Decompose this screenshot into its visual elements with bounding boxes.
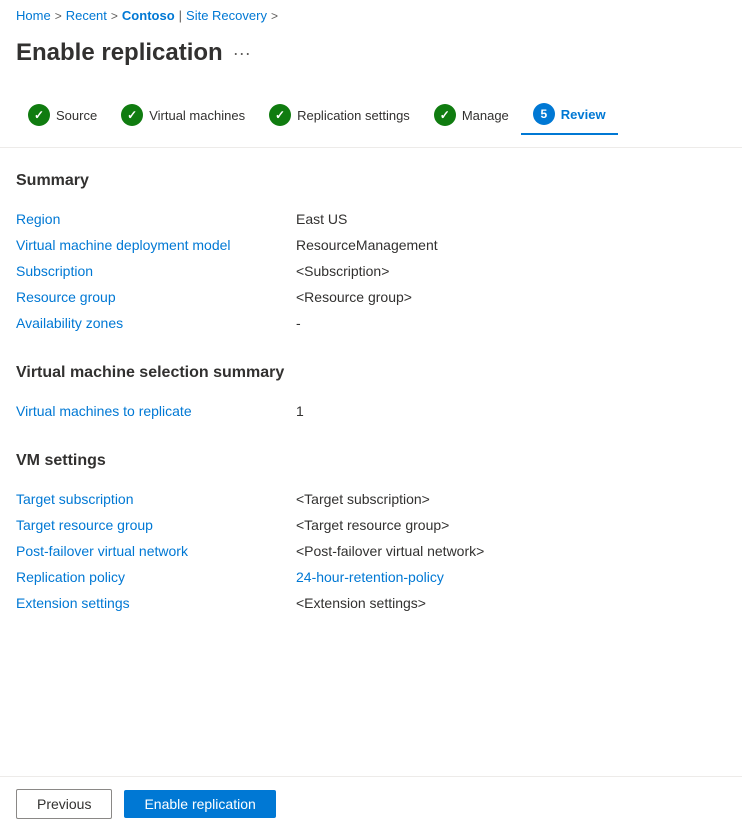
step-manage-check-icon: [434, 104, 456, 126]
step-source[interactable]: Source: [16, 96, 109, 134]
step-source-check-icon: [28, 104, 50, 126]
step-manage[interactable]: Manage: [422, 96, 521, 134]
summary-subscription-label[interactable]: Subscription: [16, 263, 296, 279]
vm-settings-title: VM settings: [16, 452, 726, 470]
table-row: Availability zones -: [16, 310, 726, 336]
target-sub-value: <Target subscription>: [296, 491, 430, 507]
summary-subscription-value: <Subscription>: [296, 263, 389, 279]
breadcrumb-site-recovery[interactable]: Site Recovery: [186, 8, 267, 23]
table-row: Resource group <Resource group>: [16, 284, 726, 310]
summary-region-value: East US: [296, 211, 347, 227]
page-header: Enable replication ···: [0, 31, 742, 83]
breadcrumb-sep-3: >: [271, 9, 278, 23]
summary-rg-value: <Resource group>: [296, 289, 412, 305]
vms-to-replicate-value: 1: [296, 403, 304, 419]
page-title: Enable replication: [16, 39, 223, 67]
table-row: Region East US: [16, 206, 726, 232]
breadcrumb-sep-1: >: [55, 9, 62, 23]
step-manage-label: Manage: [462, 108, 509, 123]
extension-settings-label[interactable]: Extension settings: [16, 595, 296, 611]
summary-region-label[interactable]: Region: [16, 211, 296, 227]
table-row: Target subscription <Target subscription…: [16, 486, 726, 512]
target-sub-label[interactable]: Target subscription: [16, 491, 296, 507]
extension-settings-value: <Extension settings>: [296, 595, 426, 611]
summary-section: Summary Region East US Virtual machine d…: [16, 172, 726, 336]
table-row: Target resource group <Target resource g…: [16, 512, 726, 538]
vm-settings-section: VM settings Target subscription <Target …: [16, 452, 726, 616]
table-row: Extension settings <Extension settings>: [16, 590, 726, 616]
breadcrumb-home[interactable]: Home: [16, 8, 51, 23]
replication-policy-value[interactable]: 24-hour-retention-policy: [296, 569, 444, 585]
vm-selection-table: Virtual machines to replicate 1: [16, 398, 726, 424]
vm-selection-title: Virtual machine selection summary: [16, 364, 726, 382]
more-options-icon[interactable]: ···: [233, 43, 251, 64]
breadcrumb-recent[interactable]: Recent: [66, 8, 107, 23]
summary-rg-label[interactable]: Resource group: [16, 289, 296, 305]
footer: Previous Enable replication: [0, 776, 742, 831]
vm-settings-table: Target subscription <Target subscription…: [16, 486, 726, 616]
vm-selection-section: Virtual machine selection summary Virtua…: [16, 364, 726, 424]
step-review-num-icon: 5: [533, 103, 555, 125]
summary-az-label[interactable]: Availability zones: [16, 315, 296, 331]
step-review-label: Review: [561, 107, 606, 122]
summary-deployment-value: ResourceManagement: [296, 237, 438, 253]
step-source-label: Source: [56, 108, 97, 123]
step-review[interactable]: 5 Review: [521, 95, 618, 135]
vms-to-replicate-label[interactable]: Virtual machines to replicate: [16, 403, 296, 419]
target-rg-label[interactable]: Target resource group: [16, 517, 296, 533]
table-row: Subscription <Subscription>: [16, 258, 726, 284]
table-row: Virtual machine deployment model Resourc…: [16, 232, 726, 258]
step-virtual-machines[interactable]: Virtual machines: [109, 96, 257, 134]
replication-policy-label[interactable]: Replication policy: [16, 569, 296, 585]
main-content: Summary Region East US Virtual machine d…: [0, 148, 742, 668]
summary-table: Region East US Virtual machine deploymen…: [16, 206, 726, 336]
breadcrumb: Home > Recent > Contoso | Site Recovery …: [0, 0, 742, 31]
step-rep-check-icon: [269, 104, 291, 126]
wizard-steps: Source Virtual machines Replication sett…: [0, 83, 742, 148]
step-vm-check-icon: [121, 104, 143, 126]
summary-title: Summary: [16, 172, 726, 190]
enable-replication-button[interactable]: Enable replication: [124, 790, 275, 818]
step-replication-settings[interactable]: Replication settings: [257, 96, 422, 134]
breadcrumb-pipe: |: [179, 8, 182, 23]
table-row: Virtual machines to replicate 1: [16, 398, 726, 424]
breadcrumb-sep-2: >: [111, 9, 118, 23]
target-rg-value: <Target resource group>: [296, 517, 449, 533]
previous-button[interactable]: Previous: [16, 789, 112, 819]
step-rep-label: Replication settings: [297, 108, 410, 123]
summary-deployment-label[interactable]: Virtual machine deployment model: [16, 237, 296, 253]
table-row: Post-failover virtual network <Post-fail…: [16, 538, 726, 564]
table-row: Replication policy 24-hour-retention-pol…: [16, 564, 726, 590]
step-vm-label: Virtual machines: [149, 108, 245, 123]
summary-az-value: -: [296, 315, 301, 331]
breadcrumb-contoso[interactable]: Contoso: [122, 8, 175, 23]
post-failover-vnet-value: <Post-failover virtual network>: [296, 543, 484, 559]
post-failover-vnet-label[interactable]: Post-failover virtual network: [16, 543, 296, 559]
